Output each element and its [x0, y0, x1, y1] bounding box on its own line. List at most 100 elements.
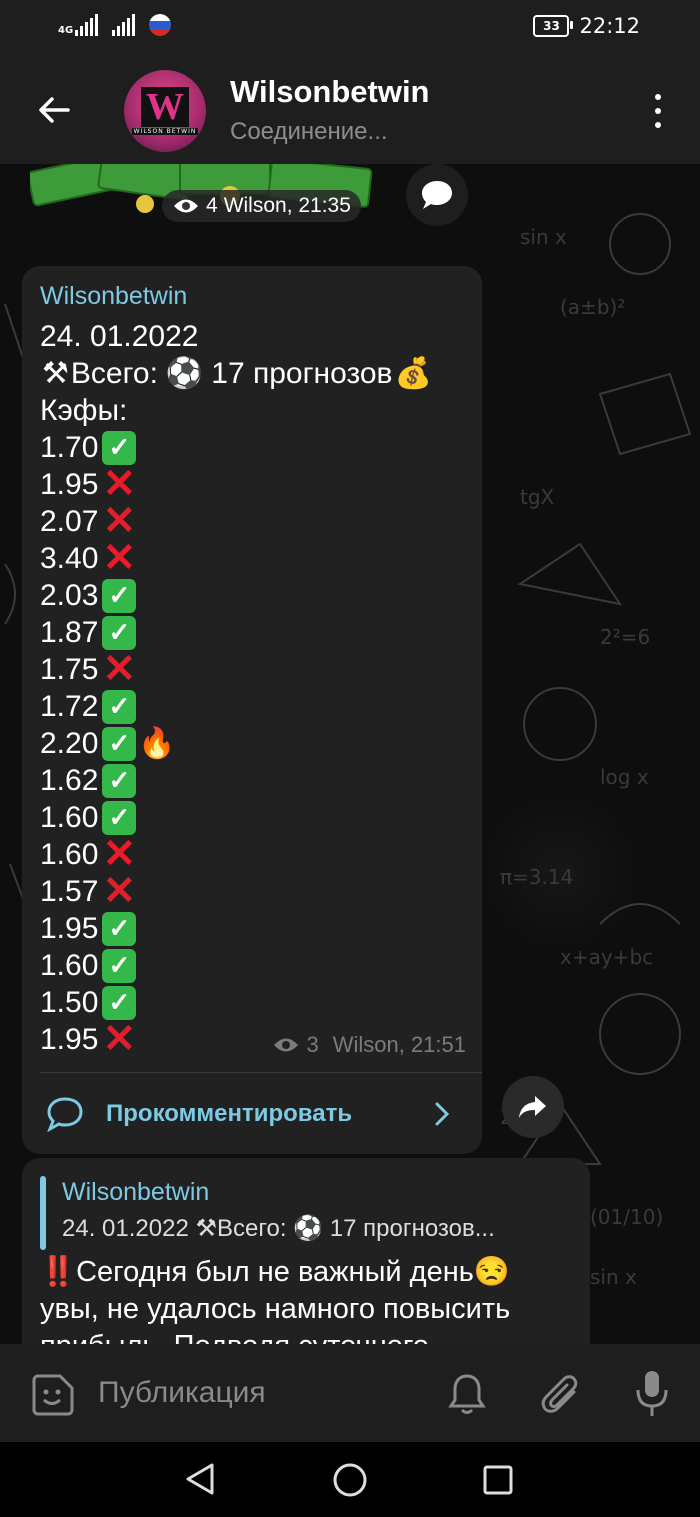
comment-link[interactable]: Прокомментировать	[22, 1074, 482, 1154]
odds-row: 1.60 ✕	[40, 832, 434, 876]
channel-avatar[interactable]: W WILSON BETWIN	[124, 70, 206, 152]
odds-row: 1.70 ✓	[40, 429, 434, 466]
check-mark-icon: ✓	[102, 911, 137, 946]
check-mark-icon: ✓	[102, 948, 137, 983]
message-bubble[interactable]: Wilsonbetwin 24. 01.2022 ⚒Всего: ⚽ 17 пр…	[22, 1158, 590, 1344]
odds-row: 3.40 ✕	[40, 536, 434, 580]
cross-mark-icon: ✕	[102, 499, 137, 543]
message-line: прибыль. Подводя суточного	[40, 1328, 580, 1344]
svg-text:(01/10): (01/10)	[590, 1205, 663, 1229]
odds-row: 1.50 ✓	[40, 984, 434, 1021]
system-navigation-bar	[0, 1442, 700, 1517]
message-input[interactable]: Публикация	[98, 1376, 266, 1410]
views-count: 3	[306, 1032, 319, 1057]
check-mark-icon: ✓	[102, 615, 137, 650]
back-arrow-icon[interactable]	[36, 92, 72, 128]
odds-row: 1.60 ✓	[40, 947, 434, 984]
notification-bell-icon[interactable]	[448, 1372, 486, 1416]
share-arrow-icon	[519, 1096, 546, 1118]
network-type: 4G	[58, 25, 74, 36]
odds-value: 1.57	[40, 875, 99, 908]
chat-area[interactable]: sin x (a±b)² tgX 2²=6 log x π=3.14 x+ay+…	[0, 164, 700, 1344]
odds-value: 1.87	[40, 616, 99, 649]
money-bag-icon: 💰	[394, 357, 432, 390]
odds-row: 1.72 ✓	[40, 688, 434, 725]
russia-flag-icon	[149, 14, 172, 36]
svg-text:x+ay+bc: x+ay+bc	[560, 945, 653, 969]
cross-mark-icon: ✕	[102, 832, 137, 876]
reply-preview[interactable]: 24. 01.2022 ⚒Всего: ⚽ 17 прогнозов...	[62, 1214, 495, 1243]
svg-text:tgX: tgX	[520, 485, 555, 509]
odds-row: 1.75 ✕	[40, 647, 434, 691]
message-author-time: Wilson, 21:51	[332, 1032, 466, 1057]
battery-icon: 33	[533, 15, 574, 37]
message-date: 24. 01.2022	[40, 320, 199, 353]
check-mark-icon: ✓	[102, 430, 137, 465]
odds-row: 2.20 ✓ 🔥	[40, 725, 434, 762]
check-mark-icon: ✓	[102, 763, 137, 798]
channel-title[interactable]: Wilsonbetwin	[230, 74, 430, 110]
odds-value: 1.75	[40, 653, 99, 686]
odds-value: 2.20	[40, 727, 99, 760]
odds-value: 1.95	[40, 1023, 99, 1056]
home-circle-icon[interactable]	[332, 1462, 368, 1498]
odds-value: 1.60	[40, 838, 99, 871]
status-bar: 4G 33 22:12	[0, 0, 700, 56]
odds-value: 1.60	[40, 801, 99, 834]
message-line: ‼️Сегодня был не важный день😒	[40, 1256, 510, 1288]
svg-text:2²=6: 2²=6	[600, 625, 650, 649]
svg-text:log x: log x	[600, 765, 649, 789]
odds-value: 2.03	[40, 579, 99, 612]
sticker-icon[interactable]	[30, 1372, 76, 1418]
odds-value: 1.62	[40, 764, 99, 797]
odds-row: 1.57 ✕	[40, 869, 434, 913]
svg-text:π=3.14: π=3.14	[500, 865, 573, 889]
hammer-pick-icon: ⚒	[42, 357, 69, 390]
more-menu-icon[interactable]	[654, 94, 662, 128]
reply-sender[interactable]: Wilsonbetwin	[62, 1178, 209, 1207]
message-author-time: Wilson, 21:35	[223, 194, 351, 217]
svg-text:(a±b)²: (a±b)²	[560, 295, 625, 319]
check-mark-icon: ✓	[102, 726, 137, 761]
comment-icon	[47, 1097, 83, 1132]
odds-value: 1.95	[40, 912, 99, 945]
odds-row: 1.95 ✕	[40, 464, 434, 504]
message-text: ‼️Сегодня был не важный день😒 увы, не уд…	[40, 1254, 580, 1344]
chevron-right-icon	[435, 1102, 450, 1126]
odds-list: 1.70 ✓ 1.95 ✕ 2.07 ✕ 3.40 ✕ 2.03 ✓ 1.87 ✓ 1.75 ✕ 1.72 ✓…	[40, 429, 434, 1061]
fire-icon: 🔥	[138, 727, 176, 760]
comment-label: Прокомментировать	[106, 1100, 353, 1127]
message-sender: Wilsonbetwin	[40, 282, 188, 310]
cross-mark-icon: ✕	[102, 647, 137, 691]
odds-value: 2.07	[40, 505, 99, 538]
cross-mark-icon: ✕	[102, 1017, 137, 1061]
chat-header: W WILSON BETWIN Wilsonbetwin Соединение.…	[0, 56, 700, 164]
avatar-logo: W	[141, 87, 189, 127]
svg-text:sin x: sin x	[590, 1265, 637, 1289]
views-eye-icon	[174, 199, 198, 213]
mobile-signal-icon: 4G	[58, 14, 99, 36]
cross-mark-icon: ✕	[102, 869, 137, 913]
battery-level: 33	[543, 19, 560, 33]
check-mark-icon: ✓	[102, 578, 137, 613]
microphone-icon[interactable]	[634, 1368, 670, 1420]
message-bubble[interactable]: Wilsonbetwin 24. 01.2022 ⚒ Всего: ⚽ 17 п…	[22, 266, 482, 1154]
comment-bubble-icon	[422, 181, 452, 209]
cross-mark-icon: ✕	[102, 536, 137, 580]
views-eye-icon	[274, 1038, 299, 1052]
share-button[interactable]	[502, 1076, 564, 1138]
comments-button[interactable]	[406, 164, 468, 226]
soccer-ball-icon: ⚽	[165, 357, 204, 390]
odds-value: 3.40	[40, 542, 99, 575]
check-mark-icon: ✓	[102, 689, 137, 724]
message-meta: 3 Wilson, 21:51	[272, 1032, 466, 1058]
odds-row: 1.60 ✓	[40, 799, 434, 836]
odds-label: Кэфы:	[40, 394, 128, 427]
recent-apps-icon[interactable]	[482, 1464, 514, 1496]
avatar-caption: WILSON BETWIN	[131, 128, 199, 135]
svg-text:sin x: sin x	[520, 225, 567, 249]
summary-suffix: 17 прогнозов	[211, 357, 393, 390]
odds-row: 2.07 ✕	[40, 499, 434, 543]
back-triangle-icon[interactable]	[184, 1462, 218, 1496]
attach-paperclip-icon[interactable]	[540, 1372, 582, 1418]
